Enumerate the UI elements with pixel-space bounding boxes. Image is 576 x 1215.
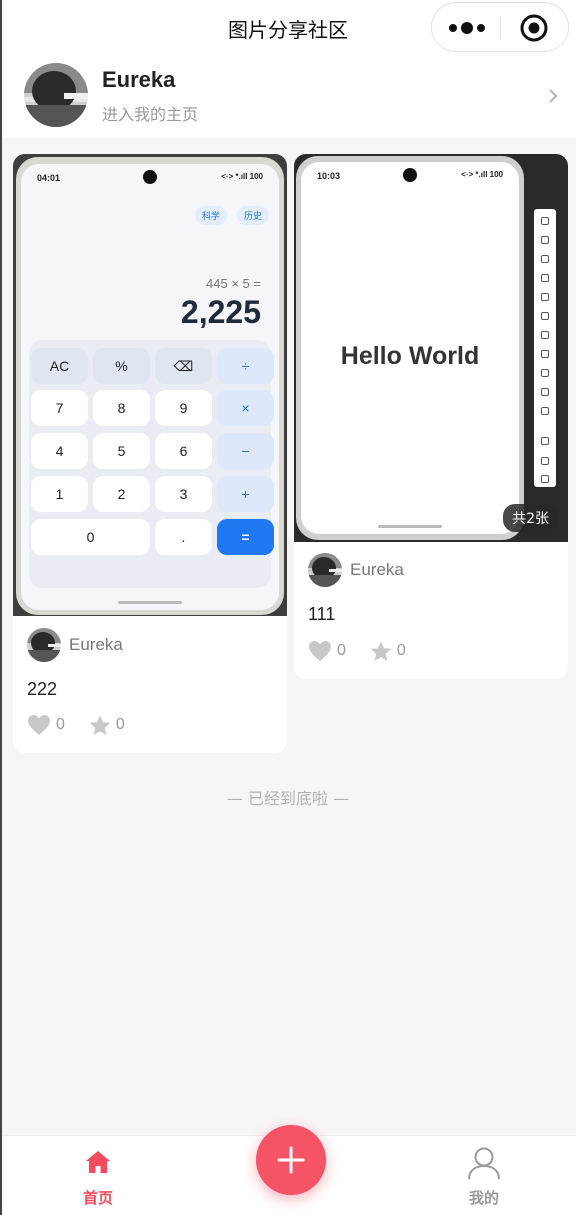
scientific-pill: 科学 (194, 206, 227, 225)
status-icons: <·> *.ıll 100 (221, 172, 263, 181)
heart-icon (309, 641, 331, 661)
key-percent: % (93, 348, 150, 384)
key-8: 8 (93, 390, 150, 426)
post-author[interactable]: Eureka (308, 553, 404, 587)
like-count: 0 (56, 716, 65, 733)
post-image[interactable]: 10:03 <·> *.ıll 100 Hello World 共2张 (294, 154, 568, 542)
target-icon (520, 14, 548, 42)
post-stats: 0 0 (308, 640, 406, 662)
avatar (27, 628, 61, 662)
heart-icon (28, 715, 50, 735)
favorite-count: 0 (115, 716, 125, 733)
star-icon (89, 715, 111, 735)
navigation-bar: 图片分享社区 (0, 0, 576, 56)
author-name: Eureka (69, 635, 123, 654)
profile-link-text: 进入我的主页 (102, 105, 199, 124)
key-dot: . (155, 519, 212, 555)
key-ac: AC (31, 348, 88, 384)
end-of-list-note: — 已经到底啦 — (226, 789, 350, 808)
profile-entry[interactable]: Eureka 进入我的主页 (0, 56, 576, 138)
more-button[interactable] (432, 3, 501, 53)
favorite-count: 0 (396, 642, 406, 659)
chevron-right-icon (549, 89, 558, 103)
like-button[interactable]: 0 (27, 714, 65, 736)
phone-frame: 04:01 <·> *.ıll 100 科学 历史 445 × 5 = 2,22… (16, 157, 284, 615)
post-title: 222 (27, 679, 58, 699)
key-plus: + (217, 476, 274, 512)
phone-frame: 10:03 <·> *.ıll 100 Hello World (296, 156, 524, 540)
calc-result: 2,225 (180, 294, 261, 330)
key-5: 5 (93, 433, 150, 469)
status-icons: <·> *.ıll 100 (461, 170, 503, 179)
key-divide: ÷ (217, 348, 274, 384)
calc-expression: 445 × 5 = (206, 276, 261, 291)
plus-icon (277, 1146, 305, 1174)
window-edge (0, 0, 2, 1215)
post-card[interactable]: 10:03 <·> *.ıll 100 Hello World 共2张 Eure… (294, 154, 568, 679)
tab-mine-label: 我的 (468, 1189, 499, 1207)
avatar (24, 63, 88, 127)
key-backspace: ⌫ (155, 348, 212, 384)
more-icon (449, 22, 485, 34)
star-icon (370, 641, 392, 661)
key-equals: = (217, 519, 274, 555)
like-count: 0 (337, 642, 346, 659)
status-bar: 10:03 <·> *.ıll 100 (301, 162, 519, 188)
key-3: 3 (155, 476, 212, 512)
like-button[interactable]: 0 (308, 640, 346, 662)
calculator-screen: 04:01 <·> *.ıll 100 科学 历史 445 × 5 = 2,22… (21, 164, 279, 610)
tab-home-label: 首页 (82, 1189, 113, 1207)
user-icon (468, 1147, 500, 1180)
key-2: 2 (93, 476, 150, 512)
post-image[interactable]: 04:01 <·> *.ıll 100 科学 历史 445 × 5 = 2,22… (13, 154, 287, 616)
key-minus: − (217, 433, 274, 469)
image-count-badge: 共2张 (503, 504, 558, 532)
favorite-button[interactable]: 0 (370, 641, 406, 662)
camera-hole (403, 168, 417, 182)
mini-program-capsule (431, 2, 569, 52)
key-1: 1 (31, 476, 88, 512)
key-multiply: × (217, 390, 274, 426)
tab-home[interactable]: 首页 (48, 1136, 148, 1215)
post-author[interactable]: Eureka (27, 628, 123, 662)
hello-world-text: Hello World (340, 342, 480, 370)
key-9: 9 (155, 390, 212, 426)
key-4: 4 (31, 433, 88, 469)
status-time: 04:01 (37, 173, 61, 183)
calc-keypad: AC % ⌫ ÷ 7 8 9 × 4 5 6 − 1 2 3 + 0 . = (29, 340, 274, 588)
home-indicator (118, 601, 182, 604)
post-card[interactable]: 04:01 <·> *.ıll 100 科学 历史 445 × 5 = 2,22… (13, 154, 287, 753)
close-mini-program-button[interactable] (501, 3, 570, 53)
favorite-button[interactable]: 0 (89, 715, 125, 736)
camera-hole (143, 170, 157, 184)
status-time: 10:03 (317, 171, 341, 181)
add-post-button[interactable] (256, 1125, 326, 1195)
key-6: 6 (155, 433, 212, 469)
profile-name: Eureka (102, 67, 176, 92)
post-stats: 0 0 (27, 714, 125, 736)
author-name: Eureka (350, 560, 404, 579)
emulator-toolbar (534, 209, 556, 487)
home-icon (86, 1151, 110, 1173)
tab-mine[interactable]: 我的 (434, 1136, 534, 1215)
key-0: 0 (31, 519, 150, 555)
hello-world-screen: 10:03 <·> *.ıll 100 Hello World (301, 162, 519, 534)
post-title: 111 (308, 604, 336, 624)
home-indicator (378, 525, 442, 528)
key-7: 7 (31, 390, 88, 426)
history-pill: 历史 (236, 206, 269, 225)
avatar (308, 553, 342, 587)
status-bar: 04:01 <·> *.ıll 100 (21, 164, 279, 190)
